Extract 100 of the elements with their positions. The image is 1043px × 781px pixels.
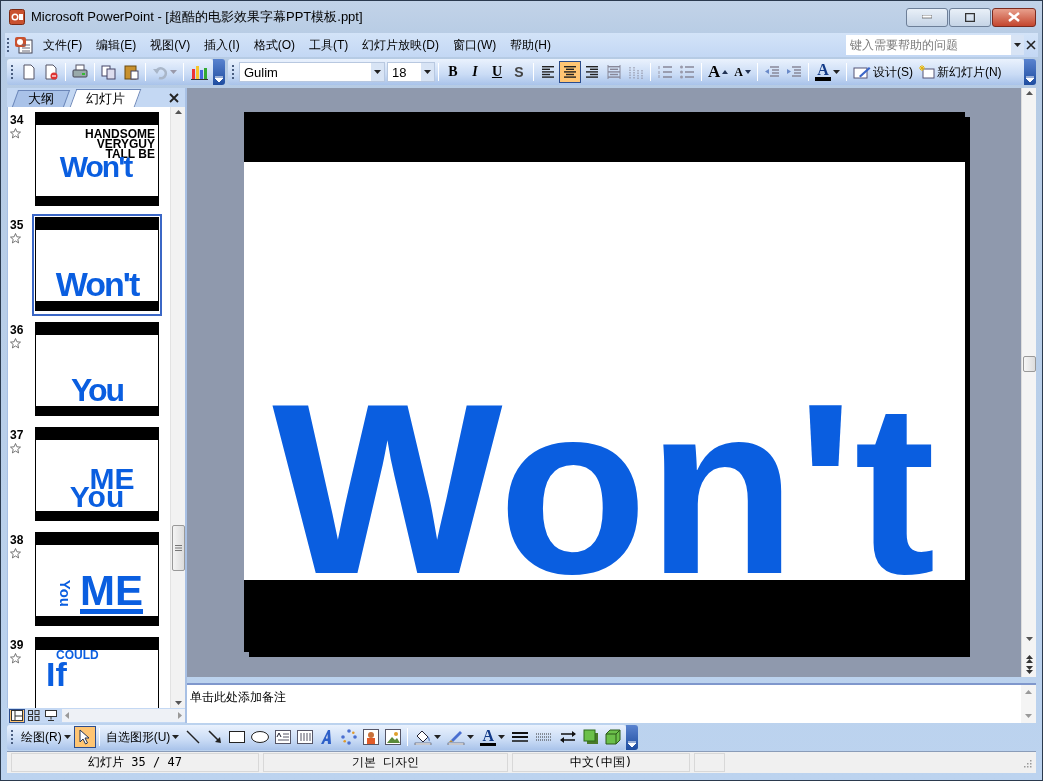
caret-icon[interactable] [172, 735, 180, 739]
slide-number: 35 [10, 218, 24, 232]
columns-icon [628, 64, 644, 80]
scrollbar-thumb[interactable] [1022, 356, 1036, 372]
italic-button[interactable]: I [464, 61, 486, 83]
close-icon[interactable] [1024, 38, 1038, 52]
dropdown-icon[interactable] [1014, 43, 1021, 47]
numbered-list-icon [657, 65, 673, 79]
previous-slide-icon[interactable] [1025, 655, 1033, 663]
slide-text: HANDSOME [85, 129, 155, 140]
vertical-text-box-icon [297, 730, 314, 744]
menu-item[interactable]: 编辑(E) [89, 34, 144, 56]
arrow-style-icon [559, 730, 578, 744]
caret-icon [170, 70, 177, 74]
align-center-button[interactable] [559, 61, 581, 83]
caret-icon[interactable] [498, 735, 506, 739]
toolbar-grip-icon[interactable] [11, 728, 14, 746]
close-icon[interactable] [169, 92, 179, 103]
menu-item[interactable]: 插入(I) [197, 34, 247, 56]
chevron-down-icon [215, 76, 223, 82]
dropdown-icon[interactable] [374, 70, 381, 74]
slide-thumbnail[interactable]: You ME [36, 533, 158, 625]
slide-number: 38 [10, 533, 24, 547]
animation-star-icon [10, 233, 21, 244]
slide-thumbnail[interactable]: HANDSOME VERYGUY TALL BE Won't [36, 113, 158, 205]
status-text: 中文(中国) [512, 753, 690, 772]
bold-button[interactable]: B [442, 61, 464, 83]
design-pencil-icon [852, 65, 871, 79]
oval-icon [251, 731, 270, 743]
sorter-view-button[interactable] [26, 708, 42, 723]
scroll-up-icon[interactable] [174, 110, 182, 114]
toolbar-grip-icon[interactable] [7, 36, 10, 54]
new-slide-button[interactable]: 新幻灯片(N) [915, 61, 1005, 83]
menu-document-icon[interactable] [14, 36, 36, 54]
text-box-icon [275, 730, 292, 744]
draw-menu[interactable]: 绘图(R) [18, 726, 74, 748]
align-lines-icon [562, 65, 578, 79]
font-name-field[interactable]: Gulim [239, 62, 385, 82]
restore-icon [965, 12, 975, 22]
caret-icon[interactable] [434, 735, 442, 739]
menu-item[interactable]: 工具(T) [302, 34, 356, 56]
animation-star-icon [10, 338, 21, 349]
caret-icon[interactable] [832, 70, 840, 74]
normal-view-button[interactable] [9, 708, 25, 723]
select-objects-button[interactable] [73, 726, 96, 748]
font-color-button[interactable]: A [811, 61, 843, 83]
shadow-button[interactable]: S [508, 61, 530, 83]
slide-text: You [58, 580, 71, 608]
scroll-up-icon[interactable] [1025, 91, 1033, 95]
design-button[interactable]: 设计(S) [849, 61, 916, 83]
menu-item[interactable]: 文件(F) [36, 34, 90, 56]
brush-icon [447, 729, 466, 745]
caret-icon[interactable] [63, 735, 71, 739]
scroll-down-icon[interactable] [174, 701, 182, 705]
menu-item[interactable]: 格式(O) [246, 34, 302, 56]
slide-thumbnail[interactable]: Won't [36, 218, 158, 310]
underline-button[interactable]: U [486, 61, 508, 83]
pane-tab[interactable]: 大纲 [11, 90, 71, 107]
maximize-button[interactable] [949, 7, 991, 27]
close-button[interactable] [992, 7, 1036, 27]
toolbar-options-button[interactable] [626, 724, 639, 750]
menu-item[interactable]: 幻灯片放映(D) [355, 34, 446, 56]
rectangle-icon [229, 731, 246, 743]
dropdown-icon[interactable] [424, 70, 431, 74]
minimize-button[interactable] [906, 7, 948, 27]
slide-title-text: Won't [271, 399, 937, 580]
decrease-font-button[interactable]: A [731, 61, 754, 83]
line-style-icon [511, 731, 530, 743]
help-search-field[interactable]: 键入需要帮助的问题 [846, 35, 1024, 55]
animation-star-icon [10, 548, 21, 559]
toolbar-options-button[interactable] [213, 59, 225, 85]
next-slide-icon[interactable] [1025, 666, 1033, 674]
diagram-icon [341, 729, 358, 745]
toolbar-options-button[interactable] [1024, 59, 1036, 85]
copy-icon [101, 64, 117, 80]
chevron-down-icon [1026, 76, 1034, 82]
menu-item[interactable]: 帮助(H) [503, 34, 558, 56]
caret-icon[interactable] [467, 735, 475, 739]
toolbar-grip-icon[interactable] [232, 63, 235, 81]
slide-text: ME [80, 573, 144, 614]
slide-text: VERYGUY [96, 139, 155, 150]
autoshapes-menu[interactable]: 自选图形(U) [102, 726, 183, 748]
scrollbar-thumb[interactable] [171, 525, 185, 571]
grip-icon [174, 545, 182, 551]
animation-star-icon [10, 128, 21, 139]
slide-number: 37 [10, 428, 24, 442]
slide-thumbnail[interactable]: You [36, 323, 158, 415]
font-color-button[interactable]: A [477, 726, 509, 748]
align-lines-icon [584, 65, 600, 79]
font-size-field[interactable]: 18 [387, 62, 435, 82]
pane-tab[interactable]: 幻灯片 [69, 89, 142, 107]
slideshow-button[interactable] [43, 708, 59, 723]
toolbar-grip-icon[interactable] [11, 63, 14, 81]
bullet-list-icon [679, 65, 695, 79]
scroll-down-icon[interactable] [1025, 637, 1033, 641]
menu-item[interactable]: 窗口(W) [446, 34, 504, 56]
slide-number: 34 [10, 113, 24, 127]
status-text: 幻灯片 35 / 47 [11, 753, 259, 772]
menu-item[interactable]: 视图(V) [143, 34, 198, 56]
increase-font-button[interactable]: A [705, 61, 732, 83]
